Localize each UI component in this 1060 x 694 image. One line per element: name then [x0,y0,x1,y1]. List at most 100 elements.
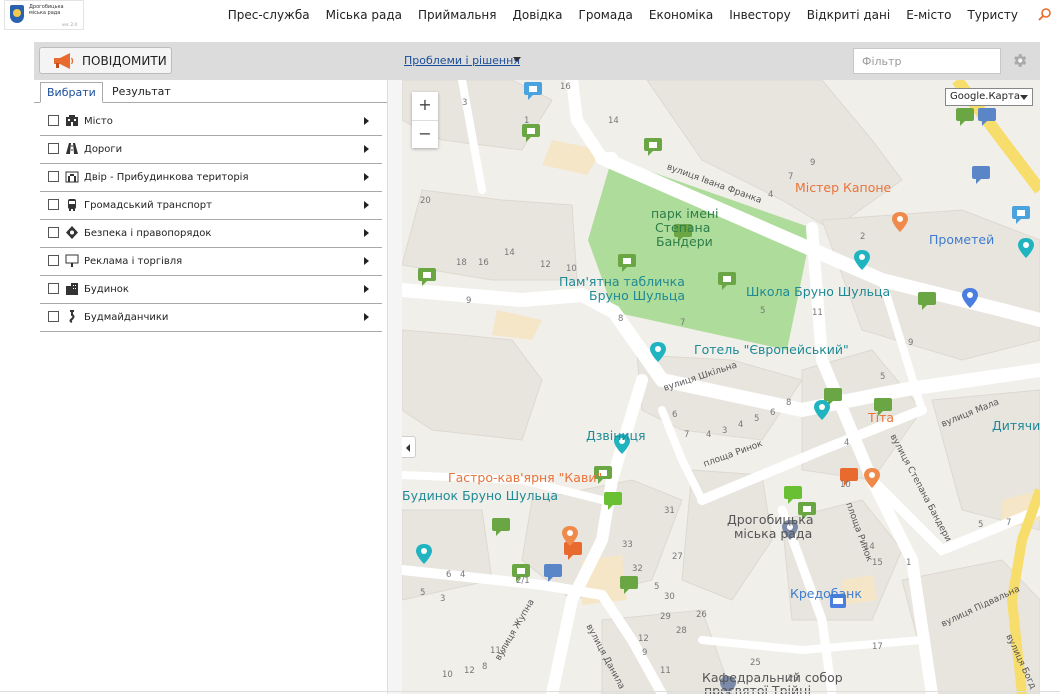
house-number: 14 [504,248,515,258]
house-number: 6 [446,570,452,580]
cafe-pin-icon[interactable] [562,526,578,546]
bar-pin-icon[interactable] [892,212,908,232]
category-item[interactable]: Громадський транспорт [40,193,382,220]
house-number: 18 [456,258,467,268]
category-checkbox[interactable] [48,171,59,182]
map-label-school: Школа Бруно Шульца [746,284,891,299]
house-number: 3 [440,594,446,604]
complaint-marker-icon[interactable] [616,252,638,272]
complaint-marker-icon[interactable] [490,516,512,536]
category-item[interactable]: Реклама і торгівля [40,249,382,276]
issue-marker-blue-icon[interactable] [522,80,544,100]
complaint-marker-icon[interactable] [916,290,938,310]
nav-reference[interactable]: Довідка [512,8,562,22]
house-number: 5 [978,520,984,530]
tab-select[interactable]: Вибрати [40,82,103,103]
category-item[interactable]: Будмайданчики [40,305,382,332]
monument-pin-icon[interactable] [1018,238,1034,258]
issue-marker-blue-icon[interactable] [1010,204,1032,224]
expand-arrow-icon[interactable] [364,173,369,181]
expand-arrow-icon[interactable] [364,201,369,209]
category-checkbox[interactable] [48,311,59,322]
gear-icon[interactable] [1011,52,1028,69]
hotel-pin-icon[interactable] [814,400,830,420]
category-item[interactable]: Безпека і правопорядок [40,221,382,248]
category-checkbox[interactable] [48,255,59,266]
monument-pin-icon[interactable] [650,342,666,362]
category-item[interactable]: Будинок [40,277,382,304]
expand-arrow-icon[interactable] [364,285,369,293]
complaint-marker-icon[interactable] [602,490,624,510]
house-number: 33 [622,540,633,550]
issue-marker-blue-icon[interactable] [542,562,564,582]
zoom-in-button[interactable]: + [412,92,438,120]
category-checkbox[interactable] [48,199,59,210]
main-panel: ПОВІДОМИТИ Проблеми і рішення Вибрати Ре… [34,42,1040,694]
nav-economy[interactable]: Економіка [649,8,713,22]
collapse-sidebar-button[interactable] [402,436,416,458]
nav-council[interactable]: Міська рада [326,8,402,22]
category-item[interactable]: Місто [40,109,382,136]
search-icon[interactable] [1038,8,1051,21]
expand-arrow-icon[interactable] [364,313,369,321]
map-label-park: парк імені [651,206,719,221]
zoom-out-button[interactable]: − [412,120,438,149]
expand-arrow-icon[interactable] [364,145,369,153]
map-type-select[interactable]: Google.Карта [945,88,1033,106]
category-item[interactable]: Двір - Прибудинкова територія [40,165,382,192]
nav-e-city[interactable]: Е-місто [906,8,951,22]
city-logo[interactable]: Дрогобицька міська рада ver. 2.0 [4,0,84,30]
museum-pin-icon[interactable] [416,544,432,564]
problems-dropdown-icon[interactable] [513,57,521,62]
map-label-capone: Містер Капоне [795,180,892,195]
nav-press[interactable]: Прес-служба [228,8,310,22]
nav-investor[interactable]: Інвестору [729,8,791,22]
house-number: 7 [1006,518,1012,528]
category-label: Двір - Прибудинкова територія [84,172,249,183]
category-checkbox[interactable] [48,143,59,154]
sidebar-tabs: Вибрати Результат [34,82,387,103]
map-view[interactable]: парк імені Степана Бандери Пам'ятна табл… [402,80,1040,694]
hotel-pin-icon[interactable] [854,250,870,270]
category-checkbox[interactable] [48,227,59,238]
house-number: 5 [754,414,760,424]
expand-arrow-icon[interactable] [364,257,369,265]
nav-community[interactable]: Громада [579,8,633,22]
report-button[interactable]: ПОВІДОМИТИ [39,47,172,74]
complaint-marker-icon[interactable] [416,266,438,286]
restaurant-pin-icon[interactable] [864,468,880,488]
house-number: 16 [560,82,571,92]
complaint-marker-icon[interactable] [954,106,976,126]
category-checkbox[interactable] [48,283,59,294]
category-label: Дороги [84,144,123,155]
complaint-marker-icon[interactable] [716,270,738,290]
map-label-park: Бандери [656,234,713,249]
category-checkbox[interactable] [48,115,59,126]
problems-solutions-link[interactable]: Проблеми і рішення [404,54,520,67]
house-number: 10 [566,264,577,274]
house-number: 32 [632,564,643,574]
category-list: Місто Дороги Двір - Прибудинкова територ… [40,109,382,333]
logo-version: ver. 2.0 [61,22,77,27]
expand-arrow-icon[interactable] [364,229,369,237]
complaint-marker-icon[interactable] [618,574,640,594]
house-number: 7 [680,318,686,328]
issue-marker-blue-icon[interactable] [970,164,992,184]
tab-result[interactable]: Результат [106,82,177,101]
house-number: 11а [490,646,507,656]
house-number: 6 [770,408,776,418]
complaint-marker-icon[interactable] [642,136,664,156]
map-label-kids: Дитячи [992,418,1040,433]
house-icon [66,283,78,295]
expand-arrow-icon[interactable] [364,117,369,125]
filter-input[interactable] [853,48,1001,74]
category-item[interactable]: Дороги [40,137,382,164]
issue-marker-blue-icon[interactable] [976,106,998,126]
shop-pin-icon[interactable] [962,288,978,308]
nav-reception[interactable]: Приймальня [418,8,496,22]
nav-open-data[interactable]: Відкриті дані [807,8,891,22]
house-number: 10 [840,480,851,490]
house-number: 11 [660,666,671,676]
yard-icon [65,171,79,183]
nav-tourist[interactable]: Туристу [967,8,1018,22]
